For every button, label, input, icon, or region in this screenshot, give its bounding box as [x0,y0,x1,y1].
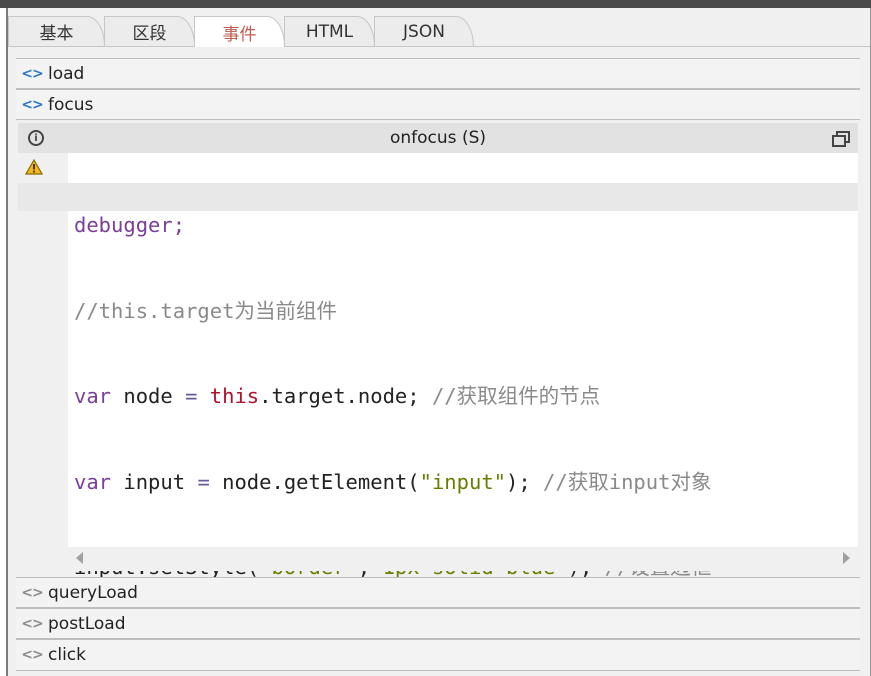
info-icon[interactable]: i [28,130,44,146]
event-label: load [48,63,85,84]
event-label: click [48,645,86,665]
panel-left-border [6,8,8,676]
event-row-focus[interactable]: <> focus [16,89,860,120]
event-row-queryload[interactable]: <> queryLoad [16,577,860,608]
event-label: focus [48,94,94,115]
tab-section[interactable]: 区段 [104,16,195,46]
tab-events[interactable]: 事件 [194,16,285,47]
code-line: debugger; [74,213,186,237]
code-brackets-icon: <> [21,647,43,663]
editor-header: i onfocus (S) [18,123,858,153]
scroll-left-arrow-icon[interactable] [76,552,83,564]
code-brackets-icon: <> [21,65,43,82]
editor-title: onfocus (S) [390,128,486,148]
script-editor: i onfocus (S) debugger; //this.target为当前… [18,123,858,579]
tab-html[interactable]: HTML [284,16,375,46]
event-row-click[interactable]: <> click [16,639,860,671]
event-row-postload[interactable]: <> postLoad [16,608,860,639]
tab-bar-baseline [8,46,870,47]
horizontal-scrollbar[interactable] [68,547,858,571]
window-restore-icon[interactable] [832,131,850,147]
warning-icon [25,159,43,175]
tab-json[interactable]: JSON [374,16,474,46]
scroll-right-arrow-icon[interactable] [843,552,850,564]
code-brackets-icon: <> [21,584,43,601]
code-line: //this.target为当前组件 [74,298,337,323]
event-label: postLoad [48,613,126,634]
code-brackets-icon: <> [21,615,43,632]
event-label: queryLoad [48,582,138,603]
code-brackets-icon: <> [21,96,43,113]
tab-basic[interactable]: 基本 [8,16,105,46]
editor-gutter [18,153,68,571]
code-line: var node = this.target.node; //获取组件的节点 [74,384,601,408]
window-top-border [0,0,871,8]
code-line: var input = node.getElement("input"); //… [74,469,712,494]
tab-bar: 基本 区段 事件 HTML JSON [8,8,870,47]
event-row-load[interactable]: <> load [16,58,860,89]
